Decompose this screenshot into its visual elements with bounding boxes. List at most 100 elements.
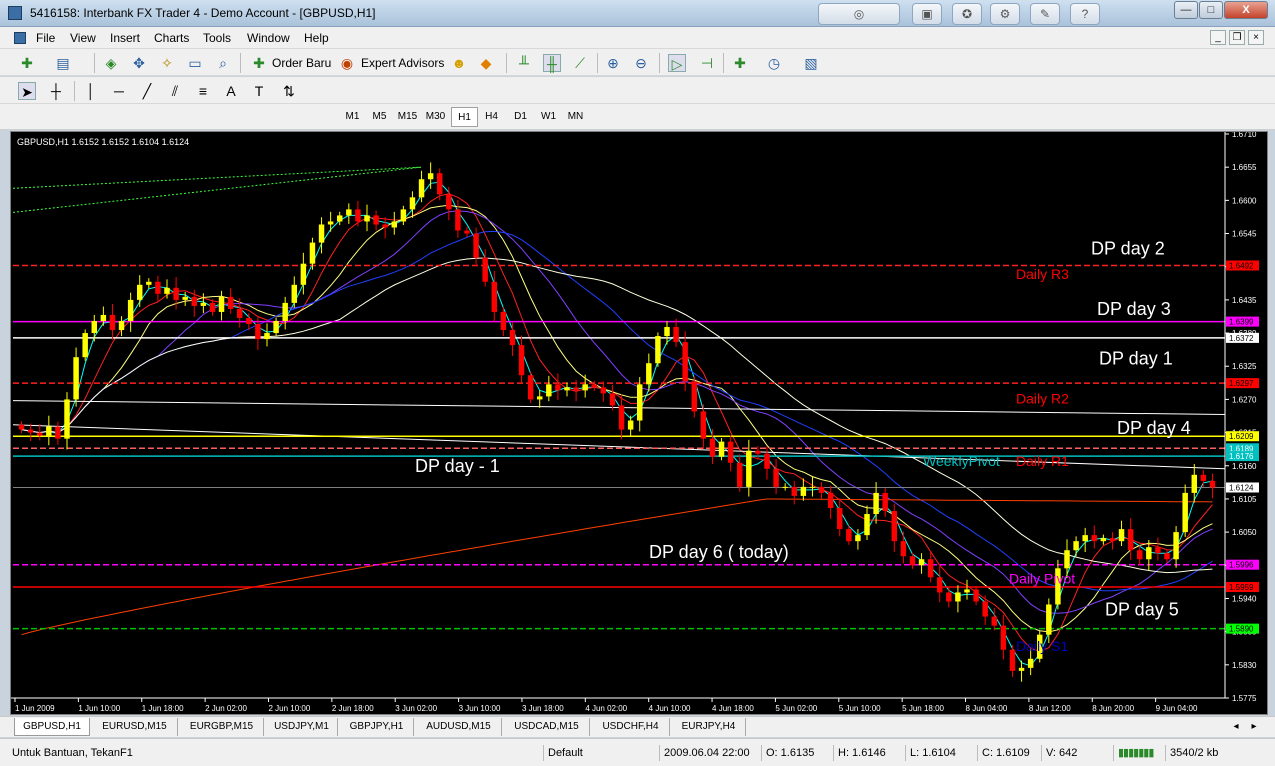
tabs-scroll-right-icon[interactable]: ▸ (1246, 718, 1262, 736)
candle-body (246, 317, 252, 325)
fibonacci-icon[interactable]: ≡ (194, 82, 212, 100)
zoom-in-icon[interactable]: ⊕ (604, 54, 622, 72)
timeframe-m30[interactable]: M30 (422, 107, 449, 127)
expert-advisors-icon[interactable]: ◉ (338, 54, 356, 72)
timeframe-h4[interactable]: H4 (478, 107, 505, 127)
maximize-button[interactable]: □ (1199, 1, 1223, 19)
candle-body (582, 384, 588, 391)
tester-icon[interactable]: ⌕ (214, 54, 232, 72)
terminal-icon[interactable]: ✧ (158, 54, 176, 72)
tab-eurusd-m15[interactable]: EURUSD,M15 (92, 718, 178, 736)
candle-body (518, 345, 525, 376)
time-tick-label: 3 Jun 02:00 (395, 704, 437, 713)
favorites-icon[interactable]: ✪ (952, 3, 982, 25)
alert-icon[interactable]: ◆ (477, 54, 495, 72)
menu-view[interactable]: View (70, 31, 96, 45)
navigator-icon[interactable]: ✥ (130, 54, 148, 72)
expert-advisors-button[interactable]: Expert Advisors (361, 53, 444, 73)
tab-eurgbp-m15[interactable]: EURGBP,M15 (180, 718, 264, 736)
menu-insert[interactable]: Insert (110, 31, 140, 45)
tab-usdjpy-m1[interactable]: USDJPY,M1 (266, 718, 338, 736)
new-chart-icon[interactable]: ✚ (18, 54, 36, 72)
tab-gbpusd-h1[interactable]: GBPUSD,H1 (14, 718, 90, 736)
wrench-icon[interactable]: ✎ (1030, 3, 1060, 25)
candle-body (927, 559, 934, 578)
line-chart-icon[interactable]: ⟋ (571, 54, 589, 72)
candle-body (737, 462, 743, 487)
minimize-button[interactable]: — (1174, 1, 1198, 19)
timeframe-mn[interactable]: MN (562, 107, 589, 127)
candle-body (1182, 492, 1188, 533)
timeframe-m15[interactable]: M15 (394, 107, 421, 127)
timeframe-d1[interactable]: D1 (507, 107, 534, 127)
tab-usdchf-h4[interactable]: USDCHF,H4 (592, 718, 670, 736)
candle-body (700, 411, 707, 439)
data-window-icon[interactable]: ▭ (186, 54, 204, 72)
messages-icon[interactable]: ▣ (912, 3, 942, 25)
candle-body (555, 384, 561, 391)
tab-gbpjpy-h1[interactable]: GBPJPY,H1 (340, 718, 414, 736)
timeframe-h1[interactable]: H1 (451, 107, 478, 127)
experts-people-icon[interactable]: ☻ (450, 54, 468, 72)
indicators-icon[interactable]: ✚ (731, 54, 749, 72)
timeframe-m5[interactable]: M5 (366, 107, 393, 127)
candlestick-icon[interactable]: ╫ (543, 54, 561, 72)
menu-window[interactable]: Window (247, 31, 290, 45)
moving-average-line (21, 181, 1213, 667)
crosshair-icon[interactable]: ┼ (47, 82, 65, 100)
zoom-out-icon[interactable]: ⊖ (632, 54, 650, 72)
arrows-icon[interactable]: ⇅ (280, 82, 298, 100)
bar-chart-icon[interactable]: ╨ (515, 54, 533, 72)
new-order-icon[interactable]: ✚ (250, 54, 268, 72)
candle-body (646, 363, 652, 385)
profiles-icon[interactable]: ▤ (54, 54, 72, 72)
menu-charts[interactable]: Charts (154, 31, 189, 45)
candle-body (46, 426, 52, 436)
tab-usdcad-m15[interactable]: USDCAD,M15 (504, 718, 590, 736)
price-chart[interactable]: 1.67101.66551.66001.65451.64901.64351.63… (11, 132, 1267, 714)
candle-body (946, 592, 952, 602)
tab-eurjpy-h4[interactable]: EURJPY,H4 (672, 718, 746, 736)
time-tick-label: 3 Jun 10:00 (459, 704, 501, 713)
timeframe-w1[interactable]: W1 (535, 107, 562, 127)
price-label: 1.6399 (1229, 318, 1254, 327)
templates-icon[interactable]: ▧ (802, 54, 820, 72)
market-watch-icon[interactable]: ◈ (102, 54, 120, 72)
candle-body (473, 233, 479, 258)
time-tick-label: 1 Jun 18:00 (142, 704, 184, 713)
close-button[interactable]: X (1224, 1, 1268, 19)
mdi-close-button[interactable]: × (1248, 30, 1264, 45)
text-icon[interactable]: A (222, 82, 240, 100)
menu-file[interactable]: File (36, 31, 55, 45)
mdi-restore-button[interactable]: ❐ (1229, 30, 1245, 45)
cursor-icon[interactable]: ➤ (18, 82, 36, 100)
toolbar-separator (723, 53, 724, 73)
candle-body (100, 314, 107, 321)
horizontal-line-icon[interactable]: ─ (110, 82, 128, 100)
vertical-line-icon[interactable]: │ (82, 82, 100, 100)
tab-audusd-m15[interactable]: AUDUSD,M15 (416, 718, 502, 736)
tabs-scroll-left-icon[interactable]: ◂ (1228, 718, 1244, 736)
new-order-button[interactable]: Order Baru (272, 53, 331, 73)
candle-body (882, 492, 888, 512)
menu-tools[interactable]: Tools (203, 31, 231, 45)
menu-help[interactable]: Help (304, 31, 329, 45)
candle-body (373, 215, 379, 225)
periods-icon[interactable]: ◷ (765, 54, 783, 72)
equidistant-channel-icon[interactable]: ⫽ (166, 82, 184, 100)
target-icon[interactable]: ◎ (818, 3, 900, 25)
time-tick-label: 4 Jun 02:00 (585, 704, 627, 713)
trendline-icon[interactable]: ╱ (138, 82, 156, 100)
autoscroll-icon[interactable]: ▷ (668, 54, 686, 72)
chart-shift-icon[interactable]: ⊣ (698, 54, 716, 72)
tools-icon[interactable]: ⚙ (990, 3, 1020, 25)
timeframe-m1[interactable]: M1 (339, 107, 366, 127)
status-high: H: 1.6146 (833, 745, 903, 761)
help-icon[interactable]: ? (1070, 3, 1100, 25)
mdi-minimize-button[interactable]: _ (1210, 30, 1226, 45)
chart-window[interactable]: 1.67101.66551.66001.65451.64901.64351.63… (10, 131, 1268, 715)
price-tick-label: 1.5830 (1232, 661, 1257, 670)
price-tick-label: 1.6655 (1232, 163, 1257, 172)
axes: 1.67101.66551.66001.65451.64901.64351.63… (11, 132, 1259, 713)
text-label-icon[interactable]: T (250, 82, 268, 100)
